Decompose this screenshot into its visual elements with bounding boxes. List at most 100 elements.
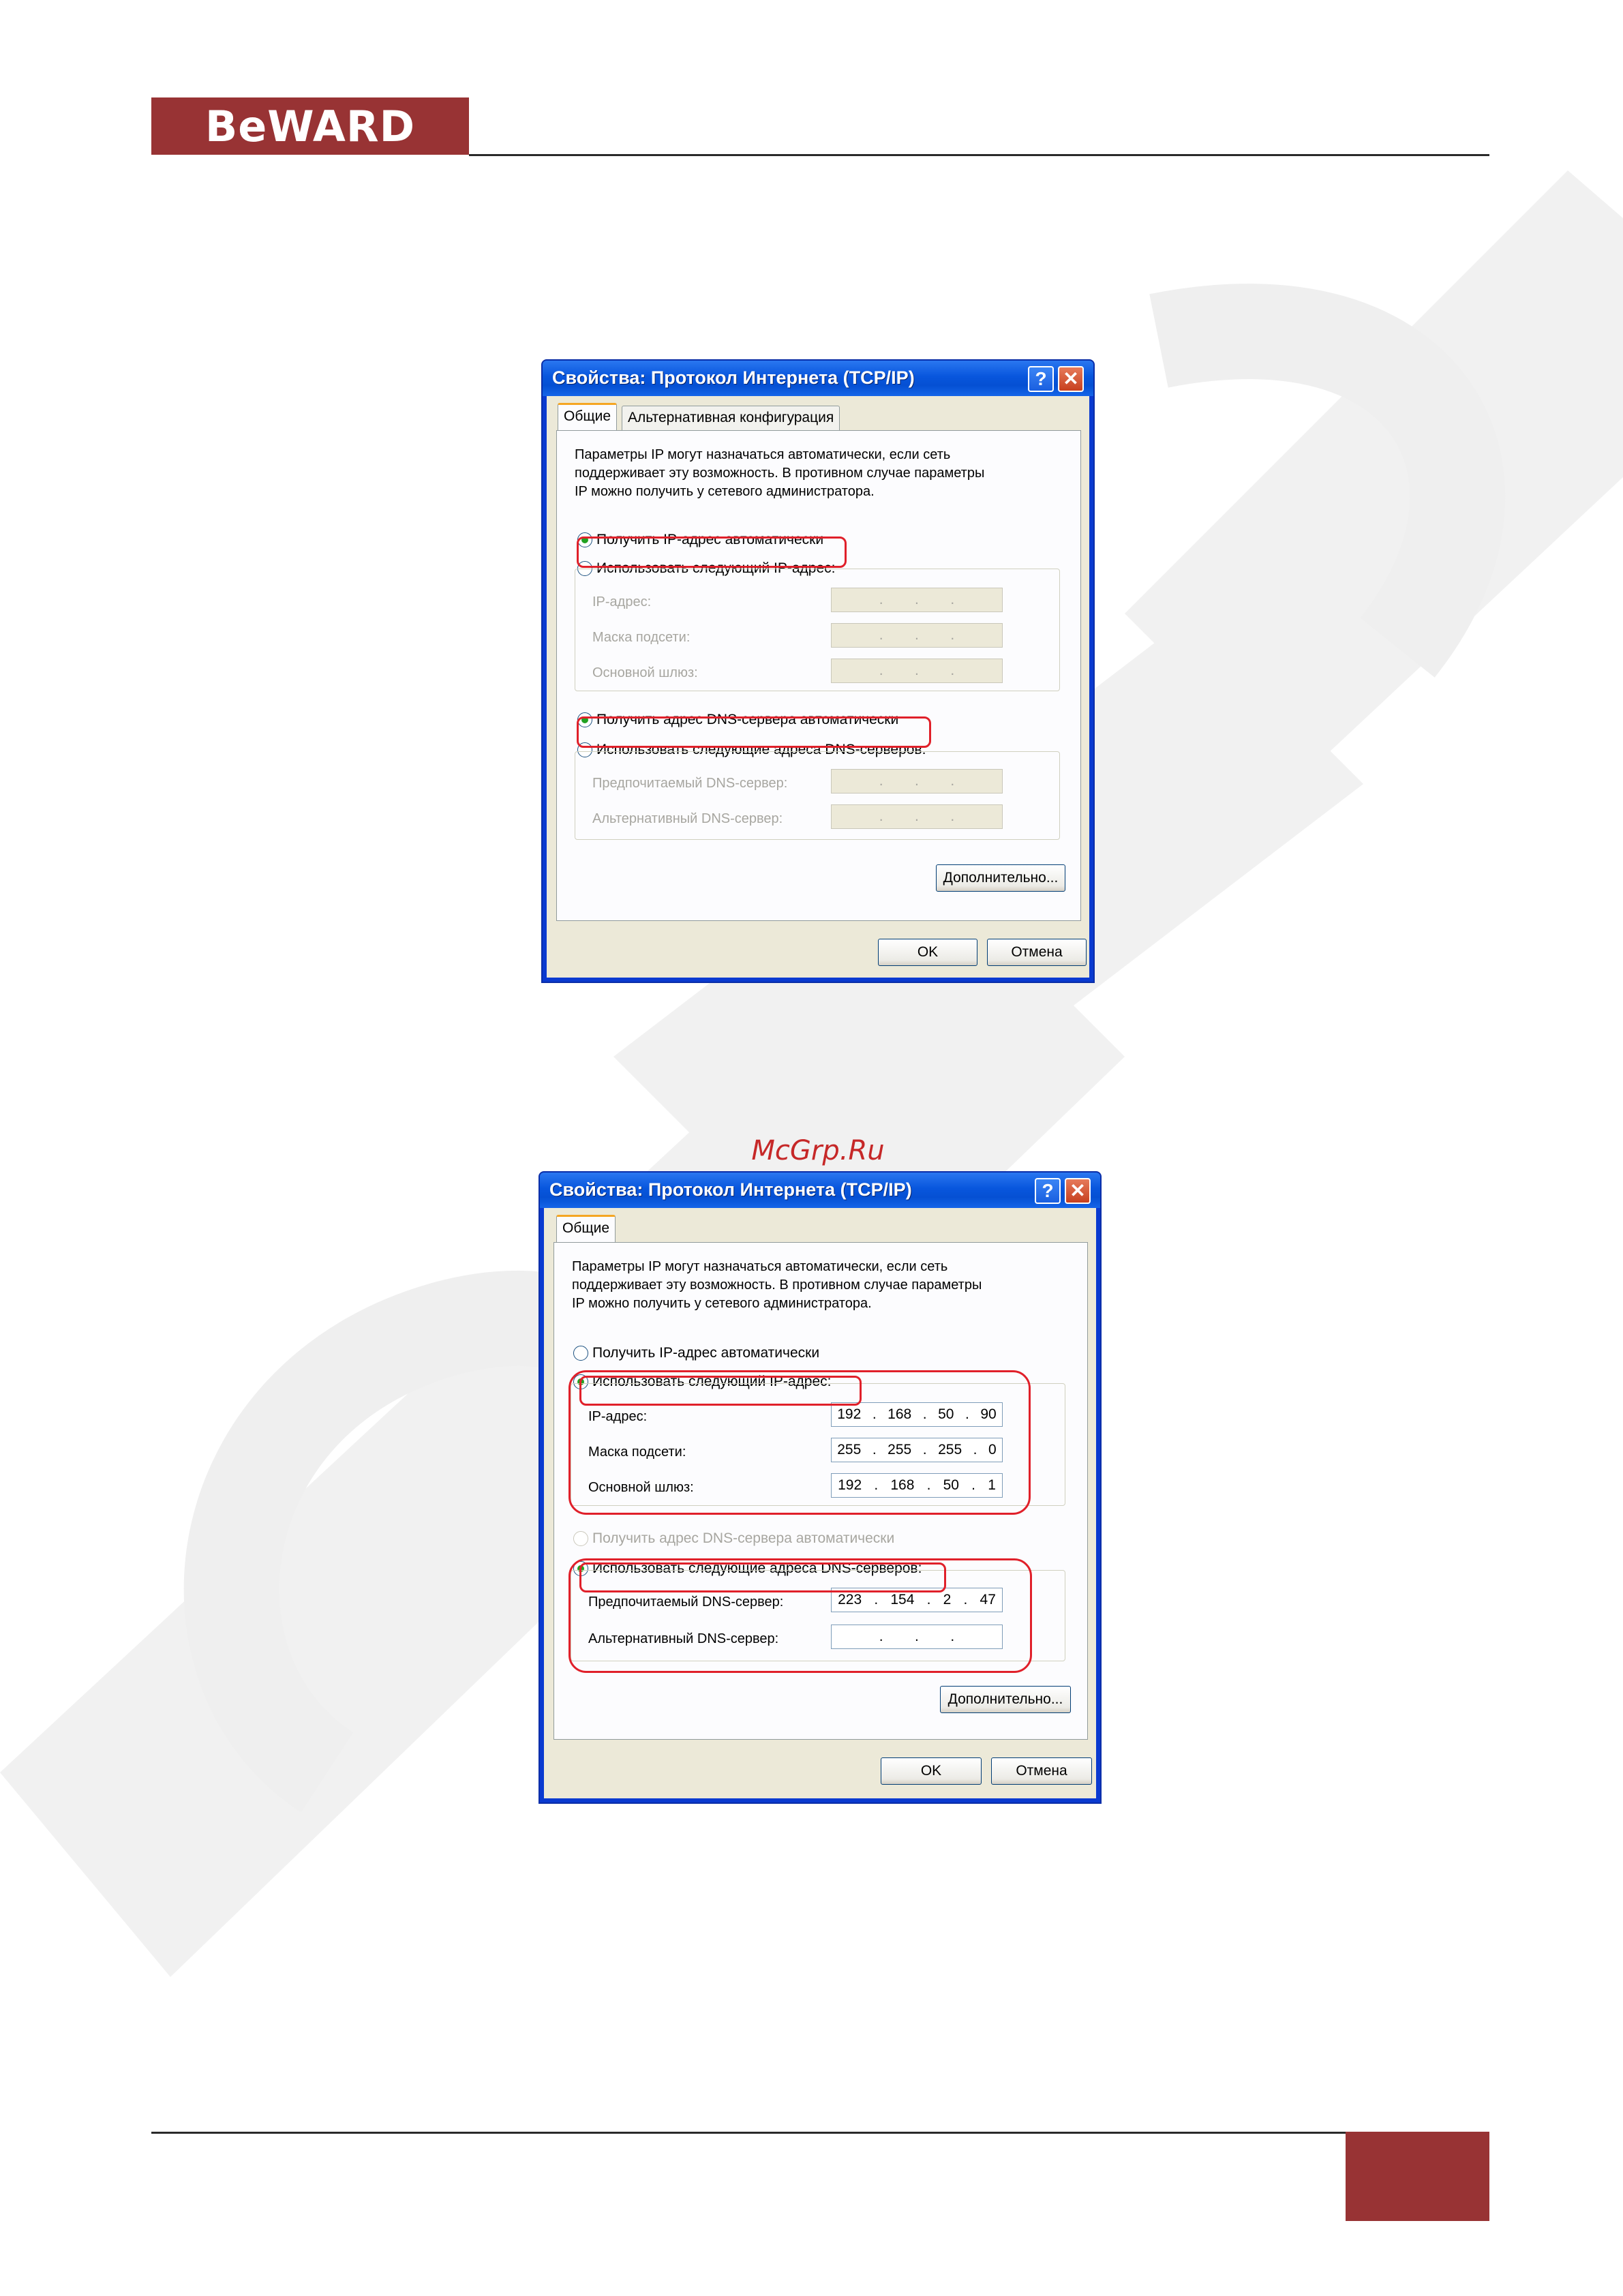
advanced-button[interactable]: Дополнительно... (936, 864, 1065, 892)
octet: 50 (943, 1477, 959, 1493)
ok-button[interactable]: OK (881, 1757, 982, 1785)
octet: 154 (890, 1592, 915, 1607)
octet: 168 (890, 1477, 915, 1493)
dialog-titlebar: Свойства: Протокол Интернета (TCP/IP) ? … (543, 361, 1093, 396)
gateway-label: Основной шлюз: (592, 665, 698, 680)
ip-dot: . (872, 1442, 877, 1457)
ip-dot: . (950, 592, 955, 607)
general-panel: Параметры IP могут назначаться автоматич… (556, 430, 1081, 921)
dialog-title: Свойства: Протокол Интернета (TCP/IP) (549, 1179, 912, 1200)
radio-checked-icon (577, 532, 592, 547)
subnet-mask-input[interactable]: 255. 255. 255. 0 (831, 1438, 1003, 1462)
ip-dot: . (872, 1406, 877, 1422)
ip-dot: . (879, 663, 883, 678)
ip-dot: . (926, 1477, 931, 1493)
ip-dot: . (879, 592, 883, 607)
ip-dot: . (950, 773, 955, 789)
description-line: IP можно получить у сетевого администрат… (572, 1296, 872, 1311)
ip-dot: . (879, 1629, 883, 1644)
help-button[interactable]: ? (1035, 1178, 1061, 1204)
description-text: Параметры IP могут назначаться автоматич… (575, 446, 984, 501)
tcpip-properties-dialog-manual: Свойства: Протокол Интернета (TCP/IP) ? … (539, 1171, 1102, 1804)
tab-general[interactable]: Общие (558, 403, 618, 430)
ip-dot: . (874, 1477, 879, 1493)
dns-alternate-label: Альтернативный DNS-сервер: (588, 1631, 779, 1646)
dialog-titlebar: Свойства: Протокол Интернета (TCP/IP) ? … (540, 1173, 1100, 1208)
ip-dot: . (963, 1592, 968, 1607)
ip-dot: . (874, 1592, 879, 1607)
radio-label: Получить адрес DNS-сервера автоматически (596, 712, 899, 727)
radio-dns-auto[interactable]: Получить адрес DNS-сервера автоматически (573, 1530, 894, 1547)
source-watermark-text: McGrp.Ru (751, 1135, 885, 1166)
description-line: Параметры IP могут назначаться автоматич… (575, 447, 951, 462)
ip-address-input[interactable]: 192. 168. 50. 90 (831, 1402, 1003, 1427)
radio-dns-auto[interactable]: Получить адрес DNS-сервера автоматически (577, 712, 898, 728)
ip-address-input[interactable]: ... (831, 588, 1003, 612)
ip-dot: . (950, 663, 955, 678)
ip-dot: . (879, 809, 883, 824)
gateway-input[interactable]: ... (831, 659, 1003, 683)
general-panel: Параметры IP могут назначаться автоматич… (553, 1242, 1088, 1740)
ip-dot: . (926, 1592, 931, 1607)
ip-dot: . (915, 773, 919, 789)
dialog-title: Свойства: Протокол Интернета (TCP/IP) (552, 367, 915, 388)
octet: 255 (837, 1442, 862, 1457)
cancel-button[interactable]: Отмена (991, 1757, 1092, 1785)
octet: 192 (837, 1406, 862, 1422)
octet: 2 (943, 1592, 952, 1607)
cancel-button[interactable]: Отмена (987, 939, 1087, 966)
ip-address-label: IP-адрес: (592, 594, 652, 609)
description-line: поддерживает эту возможность. В противно… (575, 466, 985, 481)
octet: 0 (988, 1442, 997, 1457)
ip-dot: . (971, 1477, 976, 1493)
gateway-label: Основной шлюз: (588, 1480, 694, 1495)
octet: 223 (838, 1592, 862, 1607)
gateway-input[interactable]: 192. 168. 50. 1 (831, 1473, 1003, 1498)
tab-general[interactable]: Общие (556, 1215, 616, 1242)
dns-alternate-label: Альтернативный DNS-сервер: (592, 811, 783, 826)
ip-dot: . (915, 627, 919, 643)
ok-button[interactable]: OK (878, 939, 977, 966)
octet: 255 (888, 1442, 912, 1457)
help-button[interactable]: ? (1028, 366, 1054, 392)
ip-dot: . (950, 809, 955, 824)
ip-dot: . (915, 663, 919, 678)
beward-logo: BeWARD (151, 97, 469, 155)
radio-checked-icon (577, 712, 592, 727)
ip-dot: . (965, 1406, 969, 1422)
ip-address-label: IP-адрес: (588, 1409, 648, 1424)
subnet-mask-input[interactable]: ... (831, 623, 1003, 648)
dialog-body: Общие Альтернативная конфигурация Параме… (547, 396, 1089, 978)
header-divider (469, 154, 1489, 156)
advanced-button[interactable]: Дополнительно... (940, 1686, 1071, 1713)
dns-preferred-label: Предпочитаемый DNS-сервер: (588, 1595, 784, 1610)
octet: 47 (980, 1592, 996, 1607)
radio-ip-auto[interactable]: Получить IP-адрес автоматически (573, 1345, 819, 1361)
ip-dot: . (915, 1629, 919, 1644)
radio-disabled-icon (573, 1531, 588, 1546)
octet: 255 (938, 1442, 962, 1457)
ip-dot: . (879, 627, 883, 643)
description-text: Параметры IP могут назначаться автоматич… (572, 1258, 982, 1313)
description-line: поддерживает эту возможность. В противно… (572, 1278, 982, 1293)
ip-dot: . (922, 1442, 927, 1457)
ip-dot: . (922, 1406, 927, 1422)
close-icon[interactable]: ✕ (1058, 366, 1084, 392)
tcpip-properties-dialog-auto: Свойства: Протокол Интернета (TCP/IP) ? … (541, 359, 1095, 983)
radio-label: Получить IP-адрес автоматически (596, 532, 824, 547)
ip-dot: . (950, 627, 955, 643)
dns-preferred-input[interactable]: ... (831, 769, 1003, 794)
ip-dot: . (915, 809, 919, 824)
tab-alternate-config[interactable]: Альтернативная конфигурация (622, 406, 840, 430)
dns-alternate-input[interactable]: ... (831, 804, 1003, 829)
dns-preferred-input[interactable]: 223. 154. 2. 47 (831, 1588, 1003, 1612)
ip-dot: . (915, 592, 919, 607)
ip-dot: . (950, 1629, 955, 1644)
dns-alternate-input[interactable]: ... (831, 1625, 1003, 1649)
description-line: Параметры IP могут назначаться автоматич… (572, 1259, 948, 1274)
octet: 50 (938, 1406, 954, 1422)
octet: 1 (988, 1477, 996, 1493)
ip-dot: . (879, 773, 883, 789)
close-icon[interactable]: ✕ (1065, 1178, 1091, 1204)
radio-ip-auto[interactable]: Получить IP-адрес автоматически (577, 532, 823, 548)
